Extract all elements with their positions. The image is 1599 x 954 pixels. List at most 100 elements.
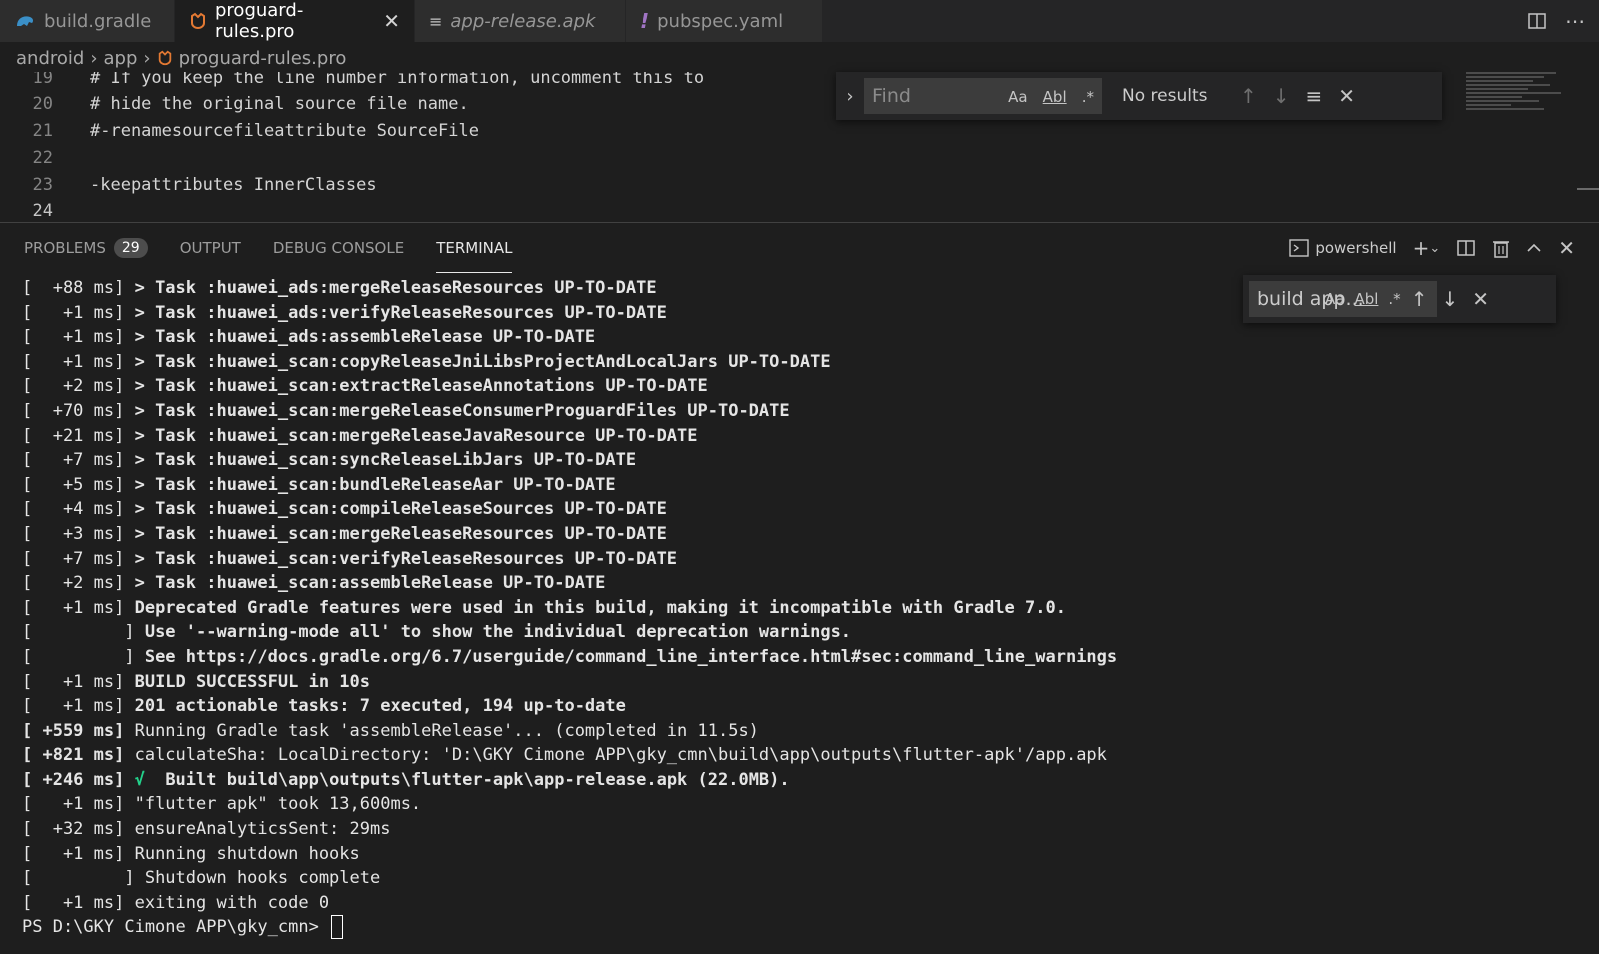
tab-label: PROBLEMS — [24, 239, 106, 257]
timestamp-prefix: [ +1 ms] — [22, 597, 135, 618]
breadcrumb: android › app › proguard-rules.pro — [16, 44, 346, 72]
timestamp-prefix: [ +1 ms] — [22, 351, 135, 372]
tab-problems[interactable]: PROBLEMS 29 — [24, 223, 148, 273]
line-text: > Task :huawei_scan:syncReleaseLibJars U… — [134, 450, 637, 471]
line-text: > Task :huawei_scan:mergeReleaseJavaReso… — [134, 425, 698, 446]
terminal-line: [ +821 ms] calculateSha: LocalDirectory:… — [22, 743, 1582, 768]
line-text: Deprecated Gradle features were used in … — [134, 597, 1066, 618]
split-terminal-icon[interactable] — [1456, 238, 1476, 258]
terminal-line: [ +246 ms] √ Built build\app\outputs\flu… — [22, 768, 1582, 793]
terminal-selector[interactable]: powershell — [1289, 239, 1397, 257]
timestamp-prefix: [ +1 ms] — [22, 671, 135, 692]
scrollbar[interactable] — [1577, 188, 1599, 190]
terminal-line: [ +559 ms] Running Gradle task 'assemble… — [22, 719, 1582, 744]
timestamp-prefix: [ +1 ms] — [22, 696, 135, 717]
close-icon[interactable]: ✕ — [383, 9, 400, 33]
tab-label: TERMINAL — [436, 239, 513, 257]
line-text: > Task :huawei_ads:mergeReleaseResources… — [134, 278, 657, 298]
line-text: > Task :huawei_scan:assembleRelease UP-T… — [134, 573, 606, 594]
timestamp-prefix: [ +559 ms] — [22, 720, 135, 741]
tab-output[interactable]: OUTPUT — [180, 223, 241, 273]
terminal-output[interactable]: [ +88 ms] > Task :huawei_ads:mergeReleas… — [22, 276, 1582, 940]
timestamp-prefix: [ +1 ms] — [22, 302, 135, 323]
line-text: # hide the original source file name. — [90, 93, 469, 114]
timestamp-prefix: [ +21 ms] — [22, 425, 135, 446]
tab-pubspec-yaml[interactable]: ! pubspec.yaml — [626, 0, 823, 42]
terminal-line: [ +7 ms] > Task :huawei_scan:verifyRelea… — [22, 547, 1582, 572]
terminal-line: [ +1 ms] BUILD SUCCESSFUL in 10s — [22, 670, 1582, 695]
timestamp-prefix: [ +821 ms] — [22, 745, 135, 766]
yaml-icon: ! — [640, 9, 650, 33]
timestamp-prefix: [ +1 ms] — [22, 892, 135, 913]
line-number: 22 — [32, 147, 53, 168]
code-line: 23 -keepattributes InnerClasses — [0, 171, 377, 198]
terminal-line: [ +21 ms] > Task :huawei_scan:mergeRelea… — [22, 424, 1582, 449]
terminal-line: [ +70 ms] > Task :huawei_scan:mergeRelea… — [22, 399, 1582, 424]
match-whole-word-icon[interactable]: Abl — [1043, 88, 1067, 106]
find-input[interactable]: Find Aa Abl .* — [864, 78, 1102, 114]
code-line: 19 # If you keep the line number informa… — [0, 72, 705, 91]
find-in-selection-icon[interactable]: ≡ — [1306, 84, 1323, 108]
terminal-line: [ +7 ms] > Task :huawei_scan:syncRelease… — [22, 448, 1582, 473]
tab-terminal[interactable]: TERMINAL — [436, 223, 513, 273]
regex-icon[interactable]: .* — [1082, 88, 1094, 106]
tab-debug-console[interactable]: DEBUG CONSOLE — [273, 223, 404, 273]
timestamp-prefix: [ +2 ms] — [22, 573, 135, 594]
timestamp-prefix: [ +5 ms] — [22, 474, 135, 495]
terminal-line: [ +32 ms] ensureAnalyticsSent: 29ms — [22, 817, 1582, 842]
add-terminal-icon[interactable]: + ⌄ — [1413, 236, 1441, 260]
tab-label: build.gradle — [44, 10, 152, 32]
timestamp-prefix: [ +3 ms] — [22, 523, 135, 544]
breadcrumb-item[interactable]: proguard-rules.pro — [179, 48, 347, 69]
checkmark-icon: √ — [134, 769, 145, 790]
tab-proguard-rules[interactable]: proguard-rules.pro ✕ — [175, 0, 415, 42]
line-text: Running Gradle task 'assembleRelease'...… — [134, 720, 759, 741]
line-text: > Task :huawei_scan:compileReleaseSource… — [134, 499, 667, 520]
code-line: 20 # hide the original source file name. — [0, 90, 469, 117]
split-editor-icon[interactable] — [1527, 11, 1547, 31]
minimap[interactable] — [1466, 72, 1578, 122]
line-number: 23 — [32, 174, 53, 195]
timestamp-prefix: [ ] — [22, 646, 145, 667]
cursor — [331, 915, 344, 940]
terminal-line: [ +2 ms] > Task :huawei_scan:extractRele… — [22, 374, 1582, 399]
breadcrumb-item[interactable]: app — [104, 48, 138, 69]
tab-app-release-apk[interactable]: ≡ app-release.apk — [415, 0, 626, 42]
chevron-up-icon[interactable] — [1526, 243, 1542, 253]
find-status: No results — [1122, 86, 1208, 106]
shell-name: powershell — [1315, 239, 1397, 257]
terminal-prompt[interactable]: PS D:\GKY Cimone APP\gky_cmn> — [22, 915, 1582, 940]
problems-count-badge: 29 — [113, 238, 148, 258]
arrow-down-icon[interactable]: ↓ — [1273, 84, 1290, 108]
terminal-line: [ +1 ms] exiting with code 0 — [22, 891, 1582, 916]
close-icon[interactable]: ✕ — [1558, 236, 1575, 260]
line-text: -keepattributes InnerClasses — [90, 174, 377, 195]
prompt-text: PS D:\GKY Cimone APP\gky_cmn> — [22, 917, 330, 938]
timestamp-prefix: [ +70 ms] — [22, 400, 135, 421]
line-number: 21 — [32, 120, 53, 141]
line-text: > Task :huawei_scan:mergeReleaseConsumer… — [134, 400, 790, 421]
code-line: 22 — [0, 144, 90, 171]
match-case-icon[interactable]: Aa — [1008, 88, 1027, 106]
terminal-line: [ +2 ms] > Task :huawei_scan:assembleRel… — [22, 571, 1582, 596]
tab-label: DEBUG CONSOLE — [272, 239, 405, 257]
close-icon[interactable]: ✕ — [1338, 84, 1355, 108]
proguard-icon — [157, 50, 173, 66]
line-text: exiting with code 0 — [134, 892, 330, 913]
find-widget: › Find Aa Abl .* No results ↑ ↓ ≡ ✕ — [836, 72, 1442, 120]
timestamp-prefix: [ +4 ms] — [22, 499, 135, 520]
toggle-replace-icon[interactable]: › — [836, 86, 864, 107]
breadcrumb-item[interactable]: android — [16, 48, 84, 69]
more-actions-icon[interactable]: ⋯ — [1565, 9, 1585, 33]
line-text: "flutter apk" took 13,600ms. — [134, 794, 422, 815]
tab-label: OUTPUT — [179, 239, 241, 257]
arrow-up-icon[interactable]: ↑ — [1240, 84, 1257, 108]
line-text: > Task :huawei_scan:bundleReleaseAar UP-… — [134, 474, 616, 495]
terminal-line: [ +1 ms] Deprecated Gradle features were… — [22, 596, 1582, 621]
trash-icon[interactable] — [1492, 238, 1510, 258]
terminal-line: [ ] Use '--warning-mode all' to show the… — [22, 620, 1582, 645]
terminal-line: [ +88 ms] > Task :huawei_ads:mergeReleas… — [22, 276, 1582, 301]
tab-build-gradle[interactable]: build.gradle — [0, 0, 175, 42]
proguard-icon — [189, 12, 207, 30]
timestamp-prefix: [ +246 ms] — [22, 769, 135, 790]
